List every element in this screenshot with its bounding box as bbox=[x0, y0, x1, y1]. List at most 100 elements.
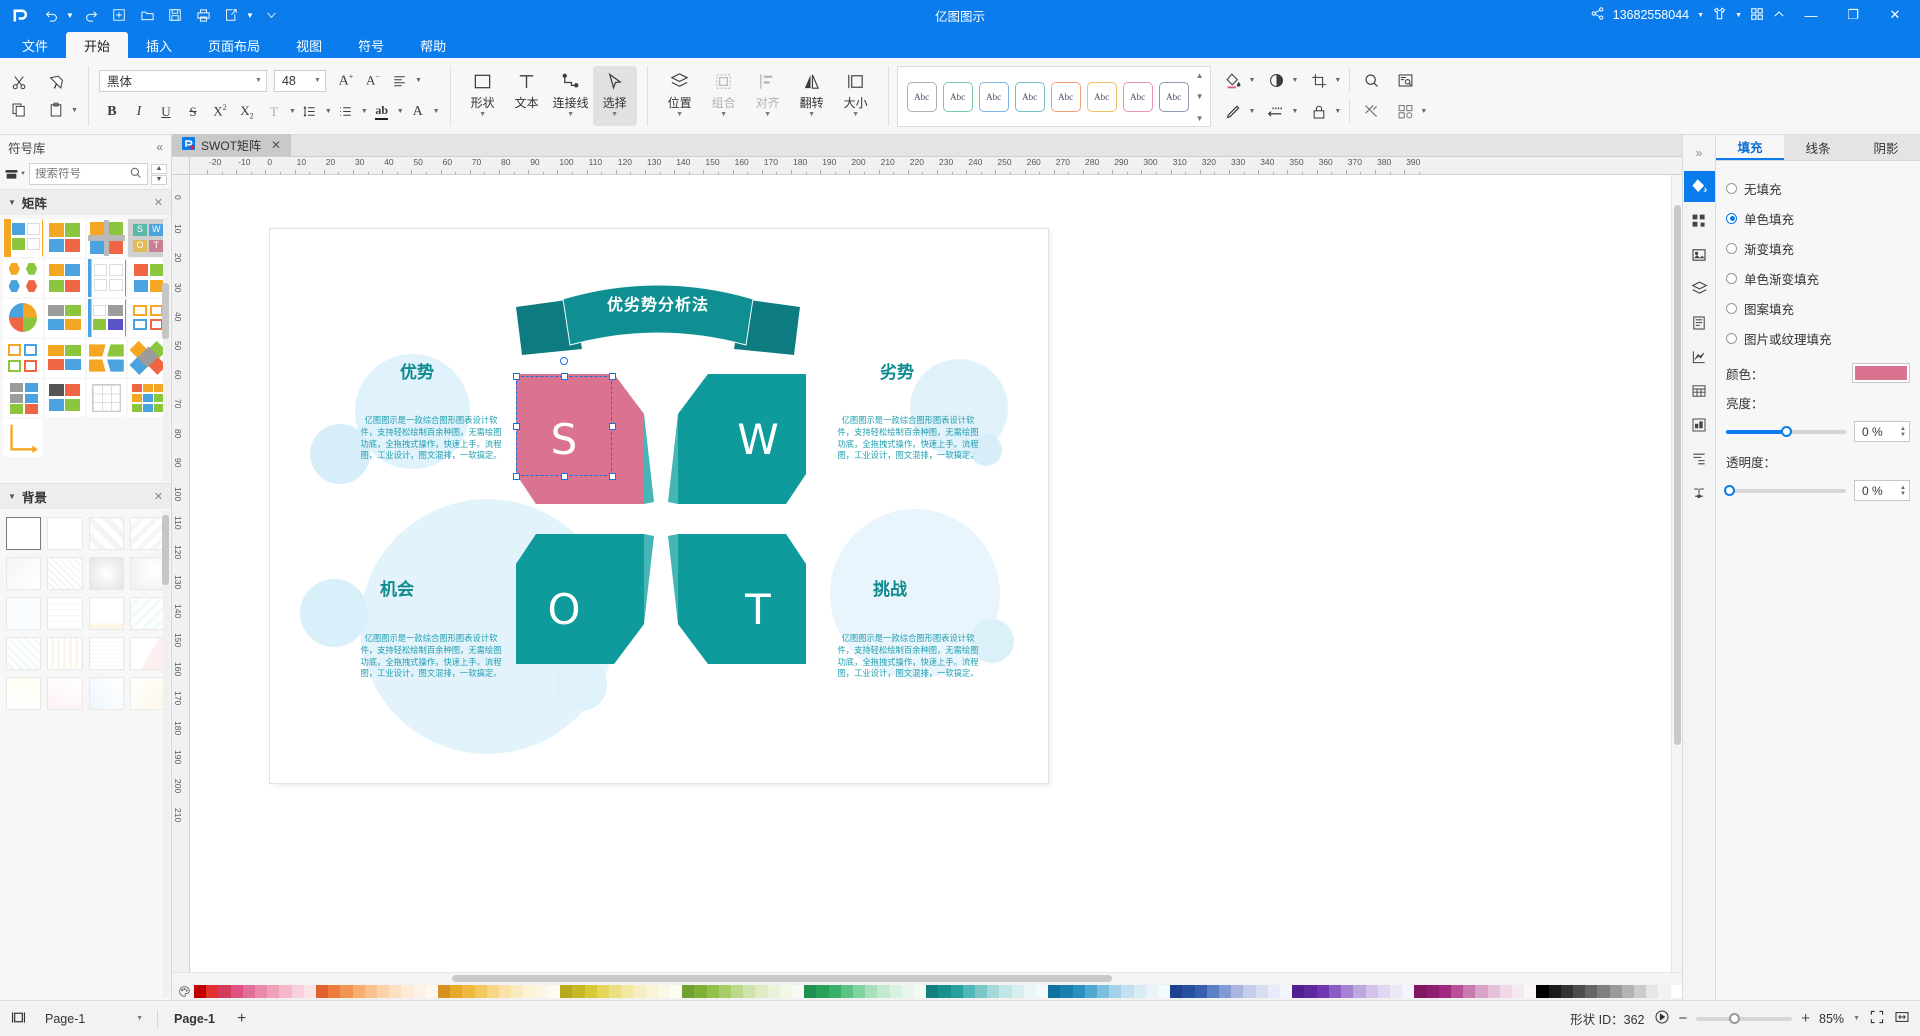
color-swatch[interactable] bbox=[243, 985, 255, 998]
background-thumb[interactable] bbox=[47, 677, 82, 710]
color-swatch[interactable] bbox=[938, 985, 950, 998]
double-chevron-left-icon[interactable]: « bbox=[156, 140, 163, 154]
background-thumb[interactable] bbox=[130, 557, 165, 590]
collapse-ribbon-icon[interactable] bbox=[1772, 7, 1786, 24]
shape-format-caret-icon[interactable]: ▼ bbox=[1420, 108, 1427, 115]
symbol-thumb[interactable] bbox=[3, 419, 43, 457]
text-align-icon[interactable] bbox=[387, 68, 413, 94]
resize-handle-ne[interactable] bbox=[609, 373, 616, 380]
color-swatch[interactable] bbox=[1036, 985, 1048, 998]
shadow-caret-icon[interactable]: ▼ bbox=[1291, 77, 1298, 84]
tab-shadow[interactable]: 阴影 bbox=[1852, 135, 1920, 160]
vertical-ruler[interactable]: 0102030405060708090100110120130140150160… bbox=[172, 175, 190, 972]
add-page-button[interactable]: + bbox=[231, 1010, 252, 1028]
color-swatch[interactable] bbox=[1549, 985, 1561, 998]
symbol-section-background[interactable]: ▼ 背景 ✕ bbox=[0, 483, 171, 509]
background-thumb[interactable] bbox=[89, 677, 124, 710]
close-button[interactable]: ✕ bbox=[1878, 0, 1912, 30]
color-swatch[interactable] bbox=[401, 985, 413, 998]
background-thumb[interactable] bbox=[89, 557, 124, 590]
symbol-thumb[interactable] bbox=[3, 339, 43, 377]
color-swatch[interactable] bbox=[926, 985, 938, 998]
quadrant-body-s[interactable]: 亿图图示是一款综合图形图表设计软件，支持轻松绘制百余种图，无需绘图功底，全拖拽式… bbox=[359, 415, 503, 462]
fill-option-none[interactable]: 无填充 bbox=[1726, 173, 1910, 203]
color-swatch[interactable] bbox=[1488, 985, 1500, 998]
color-swatch[interactable] bbox=[1427, 985, 1439, 998]
color-swatch[interactable] bbox=[1671, 985, 1683, 998]
copy-icon[interactable] bbox=[6, 97, 32, 123]
redo-icon[interactable] bbox=[78, 4, 104, 26]
shadow-icon[interactable] bbox=[1263, 68, 1289, 94]
gallery-expand-icon[interactable]: ▼ bbox=[1196, 114, 1204, 123]
background-thumb[interactable] bbox=[6, 677, 41, 710]
color-swatch[interactable] bbox=[438, 985, 450, 998]
text-effect-caret-icon[interactable]: ▼ bbox=[289, 108, 296, 115]
color-swatch[interactable] bbox=[1170, 985, 1182, 998]
color-swatch[interactable] bbox=[694, 985, 706, 998]
undo-icon[interactable] bbox=[38, 4, 64, 26]
paste-caret-icon[interactable]: ▼ bbox=[71, 107, 78, 114]
symbol-thumb[interactable] bbox=[3, 259, 43, 297]
minimize-button[interactable]: — bbox=[1794, 0, 1828, 30]
skin-icon[interactable] bbox=[1712, 6, 1727, 24]
fill-color-swatch[interactable] bbox=[1852, 363, 1910, 383]
color-swatch[interactable] bbox=[328, 985, 340, 998]
color-swatch[interactable] bbox=[743, 985, 755, 998]
subscript-icon[interactable]: X2 bbox=[234, 99, 260, 125]
fit-screen-icon[interactable] bbox=[1869, 1009, 1885, 1028]
text-effect-icon[interactable]: T bbox=[261, 99, 287, 125]
increase-font-icon[interactable]: A+ bbox=[333, 68, 359, 94]
quadrant-heading-t[interactable]: 挑战 bbox=[873, 575, 907, 600]
opacity-slider[interactable] bbox=[1726, 489, 1846, 493]
color-swatch[interactable] bbox=[1121, 985, 1133, 998]
color-swatch[interactable] bbox=[719, 985, 731, 998]
color-swatch[interactable] bbox=[609, 985, 621, 998]
library-scrollbar[interactable] bbox=[163, 217, 170, 481]
library-icon[interactable]: ▼ bbox=[4, 167, 26, 182]
resize-handle-w[interactable] bbox=[513, 423, 520, 430]
color-swatch[interactable] bbox=[1256, 985, 1268, 998]
quick-style-item[interactable]: Abc bbox=[1015, 82, 1045, 112]
color-swatch[interactable] bbox=[1231, 985, 1243, 998]
resize-handle-n[interactable] bbox=[561, 373, 568, 380]
line-style-icon[interactable] bbox=[1263, 99, 1289, 125]
color-swatch[interactable] bbox=[914, 985, 926, 998]
color-swatch[interactable] bbox=[1414, 985, 1426, 998]
color-swatch[interactable] bbox=[1268, 985, 1280, 998]
library-scroll-thumb[interactable] bbox=[162, 283, 169, 339]
color-swatch[interactable] bbox=[365, 985, 377, 998]
color-swatch[interactable] bbox=[1134, 985, 1146, 998]
background-scrollbar[interactable] bbox=[163, 511, 170, 998]
symbol-thumb[interactable] bbox=[45, 219, 85, 257]
color-swatch[interactable] bbox=[1378, 985, 1390, 998]
quick-style-item[interactable]: Abc bbox=[907, 82, 937, 112]
color-swatch[interactable] bbox=[902, 985, 914, 998]
print-icon[interactable] bbox=[190, 4, 216, 26]
export-icon[interactable] bbox=[218, 4, 244, 26]
color-swatch[interactable] bbox=[804, 985, 816, 998]
horizontal-ruler[interactable]: -20-100102030405060708090100110120130140… bbox=[190, 157, 1671, 175]
symbol-thumb[interactable] bbox=[87, 339, 127, 377]
color-swatch[interactable] bbox=[1463, 985, 1475, 998]
color-swatch[interactable] bbox=[414, 985, 426, 998]
cut-icon[interactable] bbox=[6, 69, 32, 95]
color-swatch[interactable] bbox=[1012, 985, 1024, 998]
symbol-thumb[interactable] bbox=[45, 379, 85, 417]
color-swatch[interactable] bbox=[670, 985, 682, 998]
crop-caret-icon[interactable]: ▼ bbox=[1334, 77, 1341, 84]
fill-color-caret-icon[interactable]: ▼ bbox=[1249, 77, 1256, 84]
fill-color-icon[interactable] bbox=[1221, 68, 1247, 94]
background-thumb[interactable] bbox=[6, 637, 41, 670]
line-spacing-icon[interactable] bbox=[297, 99, 323, 125]
color-swatch[interactable] bbox=[1341, 985, 1353, 998]
color-swatch[interactable] bbox=[1561, 985, 1573, 998]
fill-option-gradient[interactable]: 渐变填充 bbox=[1726, 233, 1910, 263]
color-swatch[interactable] bbox=[633, 985, 645, 998]
layers-icon[interactable] bbox=[1684, 273, 1715, 304]
color-swatch[interactable] bbox=[1182, 985, 1194, 998]
maximize-button[interactable]: ❐ bbox=[1836, 0, 1870, 30]
color-swatch[interactable] bbox=[462, 985, 474, 998]
background-thumb[interactable] bbox=[130, 677, 165, 710]
bold-icon[interactable]: B bbox=[99, 99, 125, 125]
highlight-icon[interactable]: ab bbox=[369, 99, 395, 125]
